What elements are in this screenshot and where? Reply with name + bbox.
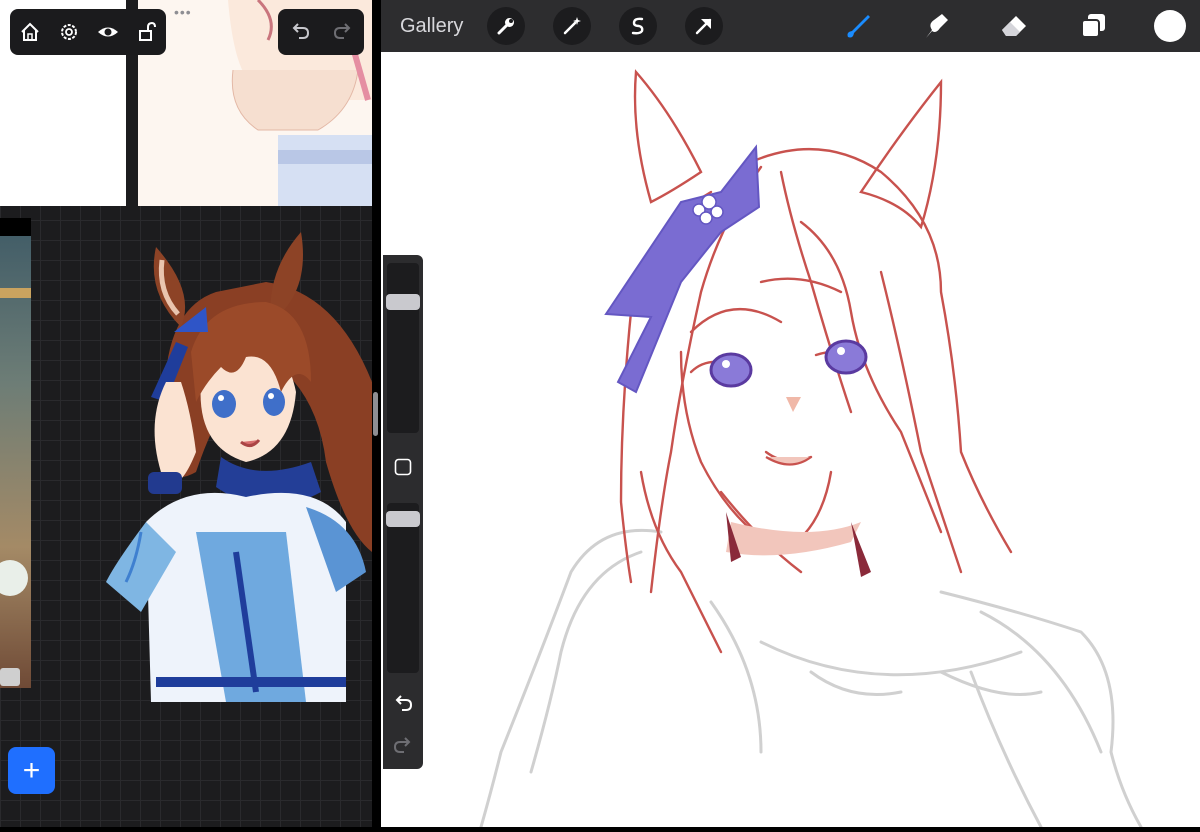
redo-icon[interactable] [332,19,354,46]
redo-icon[interactable] [392,733,414,755]
reference-undo-redo [278,9,364,55]
smudge-icon[interactable] [918,8,954,44]
brush-icon[interactable] [840,8,876,44]
color-picker-button[interactable] [1154,10,1186,42]
undo-icon[interactable] [289,19,311,46]
modify-button[interactable] [394,458,412,476]
reference-image-partial[interactable] [0,218,31,688]
unlock-icon[interactable] [134,19,160,45]
drawing-canvas[interactable] [381,52,1200,829]
gallery-button[interactable]: Gallery [400,15,463,38]
undo-icon[interactable] [392,691,414,713]
magic-wand-icon[interactable] [553,7,591,45]
eye-icon[interactable] [95,19,121,45]
selection-s-icon[interactable] [619,7,657,45]
procreate-app: Gallery [381,0,1200,829]
split-view-handle[interactable] [373,392,378,436]
add-button[interactable]: + [8,747,55,794]
layers-icon[interactable] [1075,8,1111,44]
transform-arrow-icon[interactable] [685,7,723,45]
reference-image-character[interactable] [96,232,372,702]
reference-toolbar [10,9,166,55]
procreate-sidebar [383,255,423,769]
brush-size-slider[interactable] [387,263,419,433]
wrench-icon[interactable] [487,7,525,45]
home-icon[interactable] [17,19,43,45]
more-options-dots[interactable]: ••• [174,4,192,20]
reference-image-partial-art [0,288,31,686]
procreate-topbar: Gallery [381,0,1200,52]
brush-size-thumb[interactable] [386,293,420,310]
sketch-artwork [479,69,1143,829]
settings-gear-icon[interactable] [56,19,82,45]
reference-app-panel: ••• + [0,0,372,827]
brush-opacity-thumb[interactable] [386,510,420,527]
reference-character-art [106,232,372,702]
eraser-icon[interactable] [996,8,1032,44]
brush-opacity-slider[interactable] [387,503,419,673]
